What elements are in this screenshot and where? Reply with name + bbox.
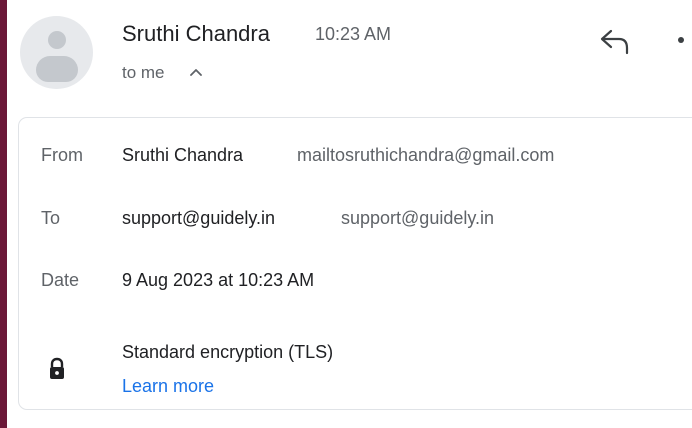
to-email: support@guidely.in: [341, 208, 495, 228]
from-name: Sruthi Chandra: [122, 145, 244, 165]
reply-icon[interactable]: [598, 26, 632, 56]
chevron-up-icon[interactable]: [190, 68, 202, 76]
email-details-view: Sruthi Chandra 10:23 AM to me From Sruth…: [0, 0, 692, 428]
from-label: From: [41, 145, 83, 165]
more-vertical-icon[interactable]: [678, 37, 684, 43]
sender-name[interactable]: Sruthi Chandra: [122, 20, 270, 48]
encryption-value: Standard encryption (TLS): [122, 342, 334, 362]
to-label: To: [41, 208, 61, 228]
from-email: mailtosruthichandra@gmail.com: [297, 145, 555, 165]
sender-avatar: [20, 16, 93, 89]
left-color-strip: [0, 0, 7, 428]
lock-icon: [50, 357, 64, 379]
person-avatar-body: [36, 56, 78, 82]
date-label: Date: [41, 270, 80, 290]
date-value: 9 Aug 2023 at 10:23 AM: [122, 270, 315, 290]
to-name: support@guidely.in: [122, 208, 276, 228]
recipient-summary[interactable]: to me: [122, 62, 165, 84]
message-time: 10:23 AM: [315, 24, 392, 44]
person-avatar-icon: [48, 31, 66, 49]
learn-more-link[interactable]: Learn more: [122, 374, 214, 398]
